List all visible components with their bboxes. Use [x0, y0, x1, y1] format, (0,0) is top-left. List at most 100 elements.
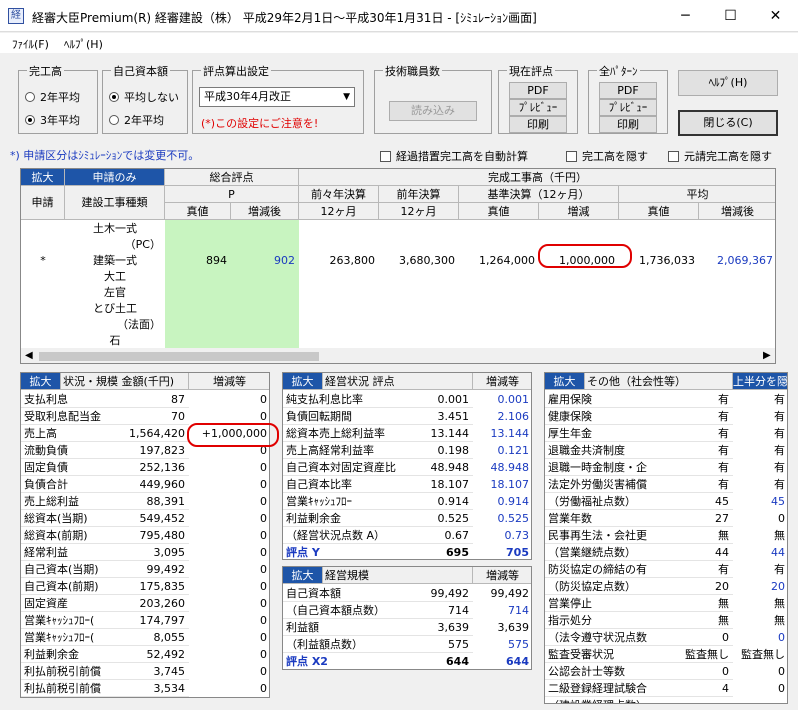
- auto-calc-checkbox[interactable]: 経過措置完工高を自動計算: [380, 148, 528, 164]
- menu-file[interactable]: ﾌｧｲﾙ(F): [12, 36, 49, 52]
- mid2_panel-row-zougen[interactable]: 644: [473, 653, 531, 669]
- grid-cell-p2[interactable]: [231, 316, 299, 333]
- mid_panel-row-zougen[interactable]: 0.121: [473, 442, 531, 459]
- right_panel-row-zougen[interactable]: 無: [733, 612, 787, 629]
- menu-help[interactable]: ﾍﾙﾌﾟ(H): [64, 36, 103, 52]
- right_panel-row-zougen[interactable]: 20: [733, 578, 787, 595]
- hide-kanko-checkbox[interactable]: 完工高を隠す: [566, 148, 648, 164]
- mid_panel-row-zougen[interactable]: 18.107: [473, 476, 531, 493]
- grid-cell-p2[interactable]: 902: [231, 252, 299, 269]
- grid-cell-k2[interactable]: [539, 284, 619, 301]
- scroll-thumb[interactable]: [39, 352, 319, 361]
- zen-print-button[interactable]: 印刷: [599, 116, 657, 133]
- right_panel-row-zougen[interactable]: 0: [733, 510, 787, 527]
- mid2_panel-row-zougen[interactable]: 3,639: [473, 619, 531, 636]
- right_panel-row-zougen[interactable]: 無: [733, 595, 787, 612]
- right_panel-row-zougen[interactable]: 無: [733, 527, 787, 544]
- maximize-button[interactable]: ☐: [708, 0, 753, 32]
- mid2_panel-expand-button[interactable]: 拡大: [283, 567, 323, 584]
- left_panel-row-zougen[interactable]: 0: [189, 493, 269, 510]
- left_panel-row-zougen[interactable]: 0: [189, 527, 269, 544]
- horizontal-scrollbar[interactable]: ◀ ▶: [21, 348, 775, 363]
- mid_panel-row-zougen[interactable]: 0.525: [473, 510, 531, 527]
- grid-cell-p2[interactable]: [231, 332, 299, 349]
- right_panel-row-zougen[interactable]: 有: [733, 561, 787, 578]
- mid_panel-row: （経営状況点数 A） 0.67 0.73: [283, 527, 531, 544]
- left_panel-row-zougen[interactable]: 0: [189, 510, 269, 527]
- grid-cell-p2[interactable]: [231, 268, 299, 285]
- right_panel-row-zougen[interactable]: 有: [733, 408, 787, 425]
- grid-cell-k2[interactable]: [539, 300, 619, 317]
- mid_panel-row-zougen[interactable]: 2.106: [473, 408, 531, 425]
- jiko-option-none[interactable]: 平均しない: [109, 89, 179, 105]
- genzai-print-button[interactable]: 印刷: [509, 116, 567, 133]
- right_panel-row: 退職一時金制度・企 有有: [545, 459, 787, 476]
- zen-preview-button[interactable]: ﾌﾟﾚﾋﾞｭｰ: [599, 99, 657, 116]
- mid_panel-row-zougen[interactable]: 0.001: [473, 391, 531, 408]
- hide-motouke-checkbox[interactable]: 元請完工高を隠す: [668, 148, 772, 164]
- grid-cell-p2[interactable]: [231, 236, 299, 253]
- hyoten-select[interactable]: 平成30年4月改正 ▼: [199, 87, 355, 107]
- grid-mode-button[interactable]: 申請のみ: [65, 169, 165, 186]
- right_panel-row-zougen[interactable]: 有: [733, 425, 787, 442]
- grid-cell-k2[interactable]: [539, 332, 619, 349]
- minimize-button[interactable]: ─: [663, 0, 708, 32]
- mid2_panel-row-zougen[interactable]: 575: [473, 636, 531, 653]
- right_panel-expand-button[interactable]: 拡大: [545, 373, 585, 390]
- mid_panel-row-zougen[interactable]: 48.948: [473, 459, 531, 476]
- right_panel-row-zougen[interactable]: 有: [733, 476, 787, 493]
- left_panel-row-zougen[interactable]: 0: [189, 680, 269, 697]
- mid_panel-row-zougen[interactable]: 13.144: [473, 425, 531, 442]
- grid-cell-p2[interactable]: [231, 284, 299, 301]
- left_panel-row-zougen[interactable]: 0: [189, 612, 269, 629]
- right_panel-row-zougen[interactable]: 有: [733, 442, 787, 459]
- mid_panel-row-zougen[interactable]: 0.914: [473, 493, 531, 510]
- grid-cell-k2[interactable]: [539, 220, 619, 237]
- right_panel-row-zougen[interactable]: 0: [733, 663, 787, 680]
- grid-cell-k2[interactable]: [539, 268, 619, 285]
- mid_panel-row-zougen[interactable]: 705: [473, 544, 531, 559]
- left_panel-row-zougen[interactable]: 0: [189, 476, 269, 493]
- right_panel-row-zougen[interactable]: 有: [733, 459, 787, 476]
- grid-cell-k2[interactable]: [539, 316, 619, 333]
- close-dialog-button[interactable]: 閉じる(C): [678, 110, 778, 136]
- left_panel-row-zougen[interactable]: 0: [189, 561, 269, 578]
- left_panel-row-zougen[interactable]: 0: [189, 459, 269, 476]
- zen-pdf-button[interactable]: PDF: [599, 82, 657, 99]
- left_panel-row-zougen[interactable]: 0: [189, 629, 269, 646]
- right_panel-row-label: 民事再生法・会社更: [548, 529, 647, 542]
- genzai-preview-button[interactable]: ﾌﾟﾚﾋﾞｭｰ: [509, 99, 567, 116]
- read-button[interactable]: 読み込み: [389, 101, 477, 121]
- mid_panel-expand-button[interactable]: 拡大: [283, 373, 323, 390]
- help-button[interactable]: ﾍﾙﾌﾟ(H): [678, 70, 778, 96]
- genzai-pdf-button[interactable]: PDF: [509, 82, 567, 99]
- grid-cell-p2[interactable]: [231, 300, 299, 317]
- right_panel-row-zougen[interactable]: 監査無し: [733, 646, 787, 663]
- mid_panel-row-zougen[interactable]: 0.73: [473, 527, 531, 544]
- right_panel-row-zougen[interactable]: 0: [733, 629, 787, 646]
- left_panel-row-zougen[interactable]: 0: [189, 391, 269, 408]
- grid-cell-z: [379, 220, 459, 237]
- left_panel-row-zougen[interactable]: 0: [189, 578, 269, 595]
- mid2_panel-row-zougen[interactable]: 714: [473, 602, 531, 619]
- kanko-option-2year[interactable]: 2年平均: [25, 89, 80, 105]
- grid-expand-button[interactable]: 拡大: [21, 169, 65, 186]
- mid2_panel-row-zougen[interactable]: 99,492: [473, 585, 531, 602]
- right_panel-row-zougen[interactable]: 有: [733, 391, 787, 408]
- jiko-option-2year[interactable]: 2年平均: [109, 112, 164, 128]
- close-window-button[interactable]: ✕: [753, 0, 798, 32]
- right_panel-row-zougen[interactable]: 45: [733, 493, 787, 510]
- window-title: 経審大臣Premium(R) 経審建設（株） 平成29年2月1日～平成30年1月…: [32, 11, 537, 25]
- mid_panel-row-value: 13.144: [430, 427, 470, 440]
- left_panel-expand-button[interactable]: 拡大: [21, 373, 61, 390]
- right_panel-header-zougen[interactable]: 上半分を隠す: [733, 373, 787, 390]
- right_panel-row-zougen[interactable]: 0: [733, 680, 787, 697]
- left_panel-row-zougen[interactable]: 0: [189, 595, 269, 612]
- kanko-option-3year[interactable]: 3年平均: [25, 112, 80, 128]
- right_panel-row-zougen[interactable]: 44: [733, 544, 787, 561]
- hyoten-note: (*)この設定にご注意を!: [201, 117, 319, 130]
- left_panel-row-zougen[interactable]: 0: [189, 646, 269, 663]
- left_panel-row-zougen[interactable]: 0: [189, 663, 269, 680]
- grid-cell-p2[interactable]: [231, 220, 299, 237]
- left_panel-row-zougen[interactable]: 0: [189, 544, 269, 561]
